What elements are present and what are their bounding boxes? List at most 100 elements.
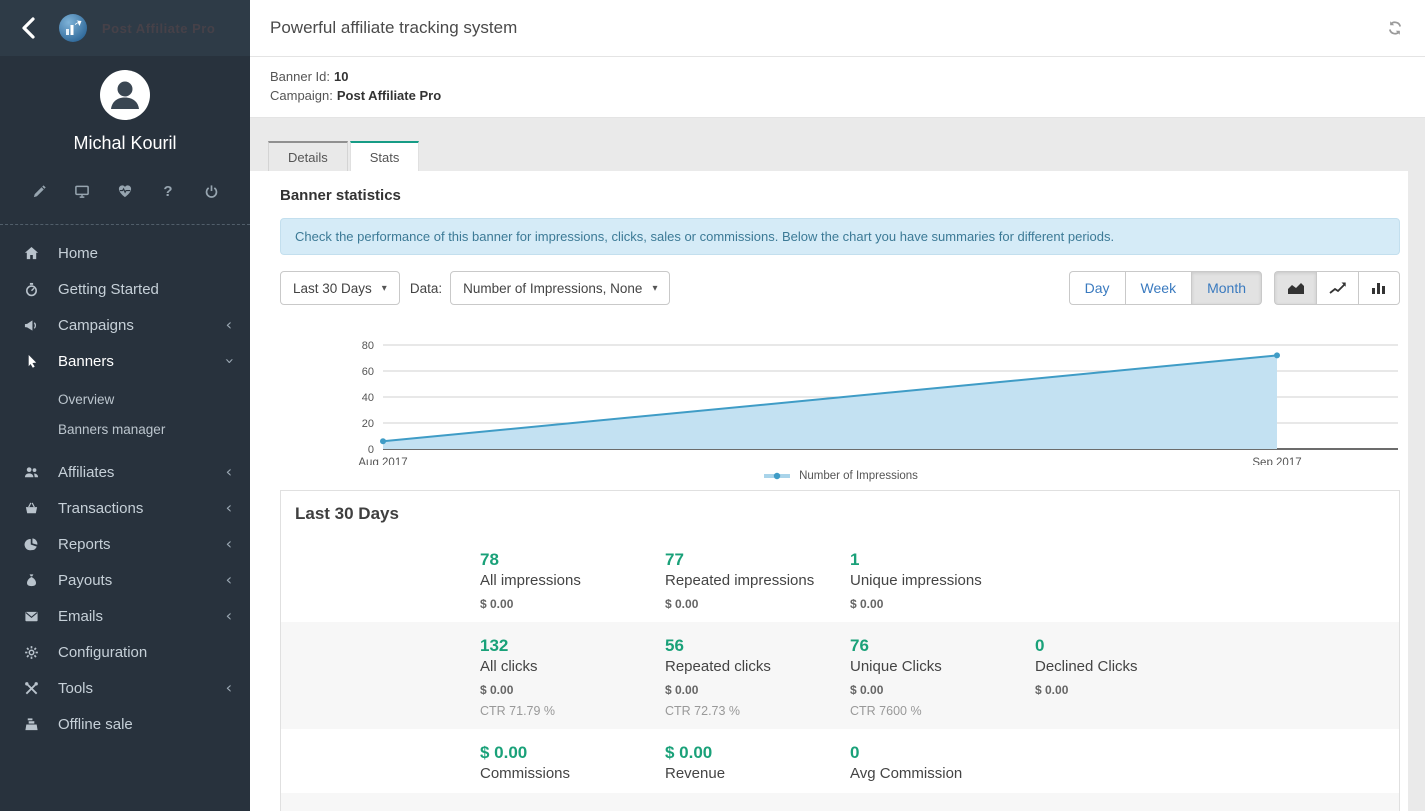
main-area: Powerful affiliate tracking system Banne… — [250, 0, 1425, 811]
tab-stats[interactable]: Stats — [350, 141, 420, 171]
sidebar-item-reports[interactable]: Reports ‹ — [0, 526, 250, 562]
sidebar: Post Affiliate Pro Michal Kouril ? — [0, 0, 250, 811]
svg-text:0: 0 — [368, 444, 374, 456]
person-icon — [100, 70, 150, 120]
tab-details[interactable]: Details — [268, 141, 348, 171]
section-heading: Banner statistics — [280, 187, 1400, 204]
stat-repeated-clicks: 56 Repeated clicks $ 0.00 CTR 72.73 % — [665, 622, 850, 729]
app-logo[interactable] — [58, 13, 88, 43]
page-title: Powerful affiliate tracking system — [270, 18, 1384, 38]
legend-marker-icon — [762, 471, 792, 481]
sidebar-item-emails[interactable]: Emails ‹ — [0, 598, 250, 634]
back-button[interactable] — [14, 13, 44, 43]
clicks-row: 132 All clicks $ 0.00 CTR 71.79 % 56 Rep… — [281, 622, 1399, 729]
sidebar-subitem-overview[interactable]: Overview — [0, 384, 250, 414]
chevron-left-icon: ‹ — [226, 536, 232, 552]
legend-label: Number of Impressions — [799, 470, 918, 482]
line-chart-button[interactable] — [1316, 271, 1358, 305]
pie-chart-icon — [22, 536, 40, 552]
sidebar-item-home[interactable]: Home — [0, 235, 250, 271]
edit-profile-button[interactable] — [28, 180, 50, 202]
sidebar-subitem-banners-manager[interactable]: Banners manager — [0, 414, 250, 444]
svg-text:40: 40 — [362, 392, 374, 404]
chart-legend: Number of Impressions — [280, 470, 1400, 482]
caret-down-icon: ▾ — [652, 283, 657, 294]
stat-all-impressions: 78 All impressions $ 0.00 — [480, 536, 665, 622]
stat-avg-commission: 0 Avg Commission — [850, 729, 1035, 793]
avatar[interactable] — [100, 70, 150, 120]
area-chart-icon — [1287, 281, 1305, 295]
screen-button[interactable] — [71, 180, 93, 202]
chevron-left-icon: ‹ — [226, 464, 232, 480]
stat-unique-clicks: 76 Unique Clicks $ 0.00 CTR 7600 % — [850, 622, 1035, 729]
stat-revenue: $ 0.00 Revenue — [665, 729, 850, 793]
svg-text:Sep 2017: Sep 2017 — [1252, 457, 1301, 465]
gear-icon — [22, 644, 40, 660]
page-gap — [250, 118, 1425, 141]
week-button[interactable]: Week — [1125, 271, 1192, 305]
info-box: Check the performance of this banner for… — [280, 218, 1400, 255]
sidebar-item-transactions[interactable]: Transactions ‹ — [0, 490, 250, 526]
sidebar-item-tools[interactable]: Tools ‹ — [0, 670, 250, 706]
svg-text:Aug 2017: Aug 2017 — [358, 457, 407, 465]
granularity-group: Day Week Month — [1069, 271, 1262, 305]
heartbeat-icon — [117, 184, 133, 199]
sidebar-item-offline-sale[interactable]: Offline sale — [0, 706, 250, 742]
impressions-chart: 0 20 40 60 80 Aug 2017 Sep 2017 Number of Impr… — [280, 339, 1400, 482]
chart-type-group — [1274, 271, 1400, 305]
svg-text:60: 60 — [362, 366, 374, 378]
power-icon — [204, 184, 219, 199]
banner-info: Banner Id:10 Campaign:Post Affiliate Pro — [250, 57, 1425, 118]
caret-down-icon: ▾ — [382, 283, 387, 294]
chevron-left-icon — [18, 14, 40, 42]
bar-chart-icon — [1370, 281, 1388, 295]
cash-register-icon — [22, 716, 40, 732]
period-dropdown[interactable]: Last 30 Days ▾ — [280, 271, 400, 305]
svg-text:80: 80 — [362, 340, 374, 352]
help-button[interactable]: ? — [157, 180, 179, 202]
chevron-left-icon: ‹ — [226, 608, 232, 624]
user-profile: Michal Kouril — [0, 56, 250, 154]
tools-icon — [22, 680, 40, 696]
envelope-icon — [22, 608, 40, 624]
line-chart-icon — [1329, 281, 1347, 295]
stat-all-clicks: 132 All clicks $ 0.00 CTR 71.79 % — [480, 622, 665, 729]
top-bar: Powerful affiliate tracking system — [250, 0, 1425, 57]
svg-text:20: 20 — [362, 418, 374, 430]
bar-chart-button[interactable] — [1358, 271, 1400, 305]
chevron-left-icon: ‹ — [226, 317, 232, 333]
health-button[interactable] — [114, 180, 136, 202]
profile-toolbar: ? — [0, 154, 250, 202]
sidebar-item-banners[interactable]: Banners ‹ — [0, 343, 250, 379]
sidebar-item-getting-started[interactable]: Getting Started — [0, 271, 250, 307]
summary-panel: Last 30 Days 78 All impressions $ 0.00 7… — [280, 490, 1400, 811]
users-icon — [22, 464, 40, 480]
logout-button[interactable] — [200, 180, 222, 202]
sidebar-menu: Home Getting Started Campaigns ‹ Banners… — [0, 225, 250, 742]
banners-submenu: Overview Banners manager — [0, 379, 250, 454]
stopwatch-icon — [22, 281, 40, 297]
data-dropdown[interactable]: Number of Impressions, None ▾ — [450, 271, 670, 305]
campaign-value: Post Affiliate Pro — [337, 88, 441, 103]
sidebar-item-payouts[interactable]: Payouts ‹ — [0, 562, 250, 598]
chevron-left-icon: ‹ — [226, 680, 232, 696]
home-icon — [22, 245, 40, 261]
sidebar-item-affiliates[interactable]: Affiliates ‹ — [0, 454, 250, 490]
refresh-button[interactable] — [1384, 17, 1406, 39]
stat-commissions: $ 0.00 Commissions — [480, 729, 665, 793]
chevron-left-icon: ‹ — [226, 500, 232, 516]
logo-wordmark: Post Affiliate Pro — [102, 21, 215, 36]
day-button[interactable]: Day — [1069, 271, 1125, 305]
campaign-row: Campaign:Post Affiliate Pro — [270, 86, 1406, 105]
data-label: Data: — [410, 281, 442, 296]
megaphone-icon — [22, 317, 40, 333]
sidebar-item-campaigns[interactable]: Campaigns ‹ — [0, 307, 250, 343]
commissions-row: $ 0.00 Commissions $ 0.00 Revenue 0 Avg … — [281, 729, 1399, 793]
logo-icon — [58, 13, 88, 43]
area-chart-button[interactable] — [1274, 271, 1316, 305]
next-period-row-peek — [281, 793, 1399, 811]
stat-repeated-impressions: 77 Repeated impressions $ 0.00 — [665, 536, 850, 622]
impressions-row: 78 All impressions $ 0.00 77 Repeated im… — [281, 536, 1399, 622]
month-button[interactable]: Month — [1191, 271, 1262, 305]
sidebar-item-configuration[interactable]: Configuration — [0, 634, 250, 670]
